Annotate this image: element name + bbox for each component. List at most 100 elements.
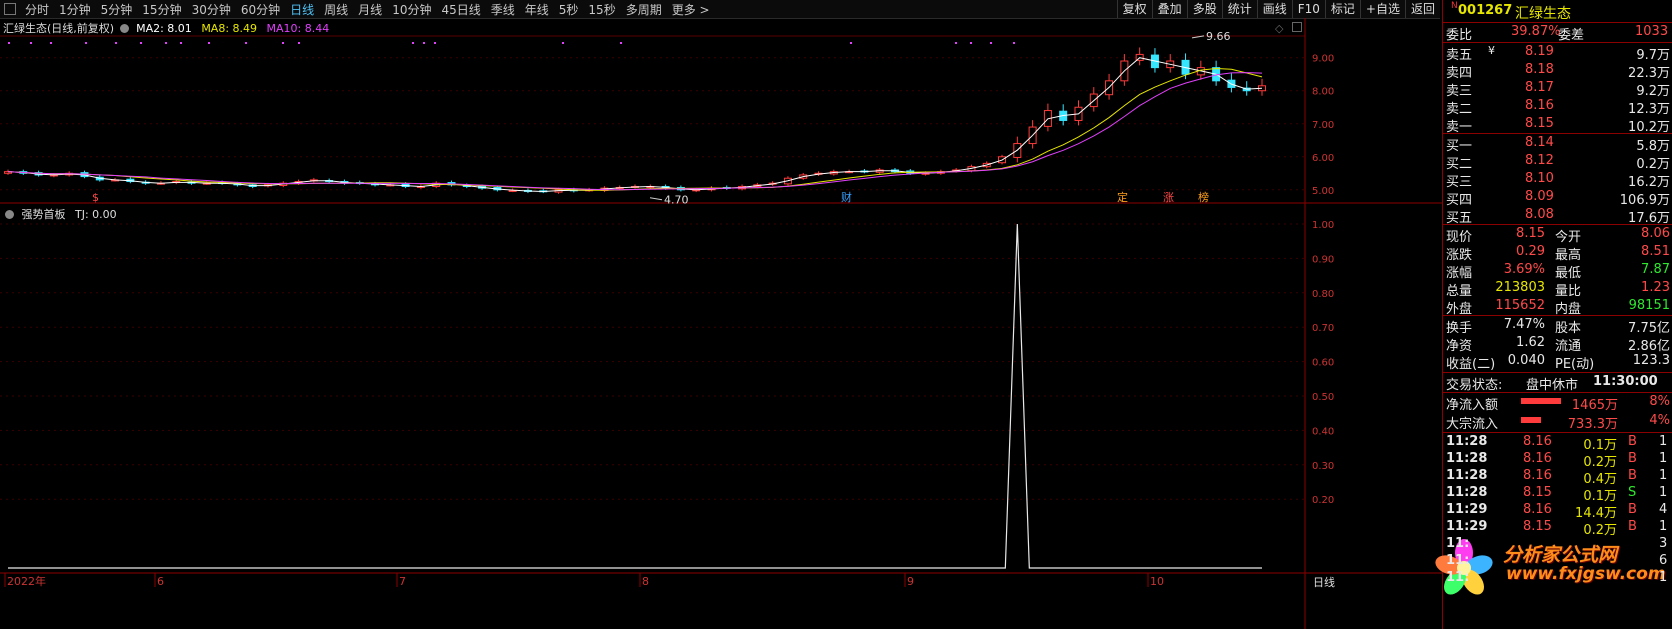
indicator-axis-label: 0.50: [1312, 392, 1334, 403]
status-time: 11:30:00: [1593, 374, 1658, 389]
signal-dot: [298, 42, 300, 44]
indicator-axis-label: 0.20: [1312, 495, 1334, 506]
stat-row: 涨幅 3.69% 最低 7.87: [1443, 261, 1672, 281]
flow-bar: [1521, 398, 1561, 404]
weibi-row: 委比 39.87% 委差 1033: [1443, 23, 1672, 43]
ask-price: 8.16: [1525, 98, 1554, 113]
stat-label: 收益(二): [1446, 357, 1496, 372]
signal-dot: [990, 42, 992, 44]
stat-row: 外盘 115652 内盘 98151: [1443, 297, 1672, 317]
tick-time: 11:: [1446, 536, 1470, 551]
event-marker[interactable]: 涨: [1163, 191, 1174, 204]
bid-price: 8.09: [1525, 189, 1554, 204]
bid-row: 买二 8.12 0.2万: [1443, 152, 1672, 172]
stat-value: 3.69%: [1503, 262, 1545, 277]
bid-price: 8.14: [1525, 135, 1554, 150]
signal-dot: [282, 42, 284, 44]
tick-time: 11:: [1446, 570, 1470, 585]
stat-value: 0.040: [1507, 353, 1545, 368]
stat-value: 1.62: [1516, 335, 1545, 350]
stat-value: 0.29: [1516, 244, 1545, 259]
stat-row: 净资 1.62 流通 2.86亿: [1443, 334, 1672, 354]
signal-dot: [115, 42, 117, 44]
event-marker[interactable]: 定: [1117, 190, 1128, 204]
ma10-line: [7, 72, 1263, 191]
tj-line: [8, 223, 1262, 569]
stat-label: 内盘: [1555, 302, 1582, 317]
x-axis-corner-label[interactable]: 日线: [1313, 575, 1335, 589]
low-label: 4.70: [664, 194, 689, 207]
bid-price: 8.10: [1525, 171, 1554, 186]
stat-value: 7.87: [1641, 262, 1670, 277]
bid-row: 买三 8.10 16.2万: [1443, 170, 1672, 190]
n-badge: N: [1451, 1, 1458, 11]
tick-price: 8.16: [1523, 468, 1552, 483]
bid-price: 8.12: [1525, 153, 1554, 168]
weibi-value: 39.87%: [1511, 24, 1561, 39]
tick-count: 3: [1659, 536, 1668, 551]
ask-row: 卖五 8.19 9.7万 ¥: [1443, 43, 1672, 63]
stock-title-row: N 001267 汇绿生态: [1443, 1, 1672, 22]
event-marker[interactable]: 财: [841, 190, 852, 204]
weibi-label: 委比: [1446, 28, 1473, 43]
signal-dot: [8, 42, 10, 44]
signal-dot: [434, 42, 436, 44]
bid-label: 买五: [1446, 211, 1473, 226]
tick-side: S: [1628, 485, 1637, 500]
tick-price: 8.15: [1523, 485, 1552, 500]
tick-side: B: [1628, 519, 1637, 534]
high-label: 9.66: [1206, 30, 1231, 43]
signal-dot: [30, 42, 32, 44]
tick-time: 11:29: [1446, 519, 1488, 534]
tick-side: B: [1628, 502, 1637, 517]
tick-count: 1: [1659, 570, 1668, 585]
signal-dot: [140, 42, 142, 44]
signal-dot: [50, 42, 52, 44]
indicator-axis-label: 0.40: [1312, 426, 1334, 437]
ma8-line: [7, 67, 1263, 191]
x-axis-label: 6: [157, 575, 164, 588]
tick-side: B: [1628, 451, 1637, 466]
ask-price: 8.19: [1525, 44, 1554, 59]
event-marker[interactable]: $: [92, 191, 99, 204]
stat-value: 8.15: [1516, 226, 1545, 241]
x-axis-label: 10: [1150, 575, 1164, 588]
signal-dot: [412, 42, 414, 44]
tick-count: 1: [1659, 434, 1668, 449]
bid-row: 买五 8.08 17.6万: [1443, 206, 1672, 226]
tick-count: 1: [1659, 451, 1668, 466]
low-pointer: [649, 197, 663, 201]
event-marker[interactable]: 榜: [1198, 190, 1209, 204]
tick-count: 4: [1659, 502, 1668, 517]
price-axis-label: 5.00: [1312, 186, 1334, 197]
stat-row: 涨跌 0.29 最高 8.51: [1443, 243, 1672, 263]
flow-value: 1465万: [1571, 398, 1618, 413]
signal-dot: [562, 42, 564, 44]
bid-vol: 17.6万: [1628, 211, 1670, 226]
ask-row: 卖三 8.17 9.2万: [1443, 79, 1672, 99]
x-axis-label: 8: [642, 575, 649, 588]
status-label: 交易状态:: [1446, 378, 1503, 393]
stat-row: 收益(二) 0.040 PE(动) 123.3: [1443, 352, 1672, 372]
bid-price: 8.08: [1525, 207, 1554, 222]
chart-area[interactable]: 9.00 8.00 7.00 6.00 5.00 9.66 4.70 $ 财 定 涨 榜 1.00 0.9…: [0, 0, 1442, 629]
stat-row: 现价 8.15 今开 8.06: [1443, 225, 1672, 245]
indicator-axis-label: 0.90: [1312, 254, 1334, 265]
x-axis-label: 7: [399, 575, 406, 588]
stock-name: 汇绿生态: [1515, 6, 1571, 22]
bid-row: 买一 8.14 5.8万: [1443, 134, 1672, 154]
ask-vol: 10.2万: [1628, 120, 1670, 135]
quote-panel: N 001267 汇绿生态 委比 39.87% 委差 1033 交易状态: 盘中…: [1435, 0, 1672, 629]
ask-price: 8.18: [1525, 62, 1554, 77]
indicator-axis-label: 0.30: [1312, 461, 1334, 472]
stat-label: 外盘: [1446, 302, 1473, 317]
stat-label: PE(动): [1555, 357, 1595, 372]
ask-row: 卖四 8.18 22.3万: [1443, 61, 1672, 81]
flow-label: 大宗流入: [1446, 417, 1499, 432]
signal-dot: [970, 42, 972, 44]
stat-value: 7.47%: [1503, 317, 1545, 332]
stat-value: 8.51: [1641, 244, 1670, 259]
stat-row: 换手 7.47% 股本 7.75亿: [1443, 316, 1672, 336]
stat-value: 213803: [1495, 280, 1545, 295]
tick-price: 8.15: [1523, 519, 1552, 534]
